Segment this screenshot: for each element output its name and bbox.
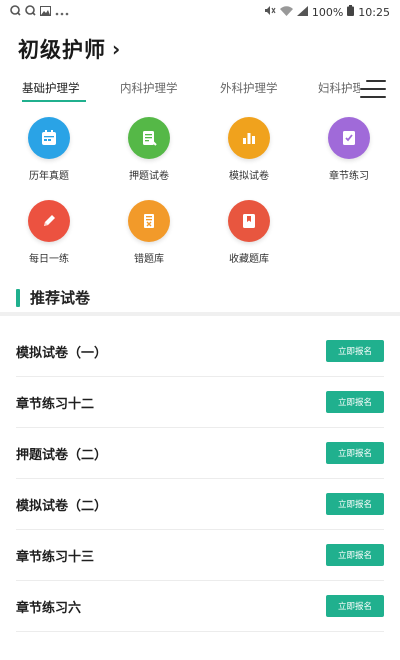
category-label: 每日一练 [29, 254, 69, 265]
section-divider [0, 312, 400, 316]
category-label: 模拟试卷 [229, 171, 269, 182]
tab-basic-nursing[interactable]: 基础护理学 [22, 80, 80, 96]
clock: 10:25 [358, 5, 390, 19]
list-item[interactable]: 章节练习十三 立即报名 [16, 530, 384, 581]
recommended-section-header: 推荐试卷 [16, 287, 90, 308]
paper-name: 章节练习十三 [16, 549, 95, 565]
paper-name: 押题试卷（二） [16, 447, 108, 463]
category-chapter-practice[interactable]: 章节练习 [309, 117, 389, 182]
section-accent-bar [16, 288, 20, 307]
status-bar-left [10, 5, 69, 19]
category-mistake-bank[interactable]: 错题库 [109, 200, 189, 265]
paper-name: 章节练习十二 [16, 396, 95, 412]
q-app-icon [10, 5, 21, 19]
signup-button[interactable]: 立即报名 [326, 442, 384, 464]
wifi-icon [279, 5, 293, 19]
signup-button[interactable]: 立即报名 [326, 544, 384, 566]
checklist-icon [328, 117, 370, 159]
signup-button[interactable]: 立即报名 [326, 391, 384, 413]
subject-tabs: 基础护理学 内科护理学 外科护理学 妇科护理学 [0, 78, 400, 104]
bar-chart-icon [228, 117, 270, 159]
status-bar-right: 100% 10:25 [264, 5, 390, 19]
q-app-icon [25, 5, 36, 19]
image-icon [40, 5, 51, 19]
list-item[interactable]: 章节练习六 立即报名 [16, 581, 384, 632]
section-title: 推荐试卷 [30, 289, 91, 307]
list-item[interactable]: 章节练习十二 立即报名 [16, 377, 384, 428]
signal-icon [296, 5, 308, 19]
paper-name: 章节练习六 [16, 600, 82, 616]
category-label: 押题试卷 [129, 171, 169, 182]
list-item[interactable]: 模拟试卷（一） 立即报名 [16, 326, 384, 377]
chevron-right-icon: › [112, 37, 121, 61]
list-item[interactable]: 押题试卷（二） 立即报名 [16, 428, 384, 479]
battery-percent: 100% [311, 5, 344, 19]
paper-name: 模拟试卷（一） [16, 345, 108, 361]
status-bar: 100% 10:25 [0, 0, 400, 24]
menu-icon[interactable] [360, 78, 386, 100]
active-tab-indicator [22, 100, 86, 102]
more-dots-icon [55, 6, 69, 19]
calendar-icon [28, 117, 70, 159]
page-title: 初级护师 [18, 38, 106, 62]
category-label: 错题库 [134, 254, 164, 265]
mute-icon [264, 5, 276, 19]
category-predicted-papers[interactable]: 押题试卷 [109, 117, 189, 182]
bookmark-icon [228, 200, 270, 242]
exam-selector[interactable]: 初级护师 › [18, 34, 120, 64]
error-book-icon [128, 200, 170, 242]
battery-icon [347, 5, 355, 19]
category-favorites-bank[interactable]: 收藏题库 [209, 200, 289, 265]
signup-button[interactable]: 立即报名 [326, 595, 384, 617]
category-label: 章节练习 [329, 171, 369, 182]
category-label: 收藏题库 [229, 254, 269, 265]
category-daily-practice[interactable]: 每日一练 [9, 200, 89, 265]
tab-internal-medicine-nursing[interactable]: 内科护理学 [120, 80, 178, 96]
signup-button[interactable]: 立即报名 [326, 493, 384, 515]
document-icon [128, 117, 170, 159]
pencil-icon [28, 200, 70, 242]
category-label: 历年真题 [29, 171, 69, 182]
paper-name: 模拟试卷（二） [16, 498, 108, 514]
signup-button[interactable]: 立即报名 [326, 340, 384, 362]
category-past-exams[interactable]: 历年真题 [9, 117, 89, 182]
list-item[interactable]: 模拟试卷（二） 立即报名 [16, 479, 384, 530]
category-mock-papers[interactable]: 模拟试卷 [209, 117, 289, 182]
tab-surgical-nursing[interactable]: 外科护理学 [220, 80, 278, 96]
